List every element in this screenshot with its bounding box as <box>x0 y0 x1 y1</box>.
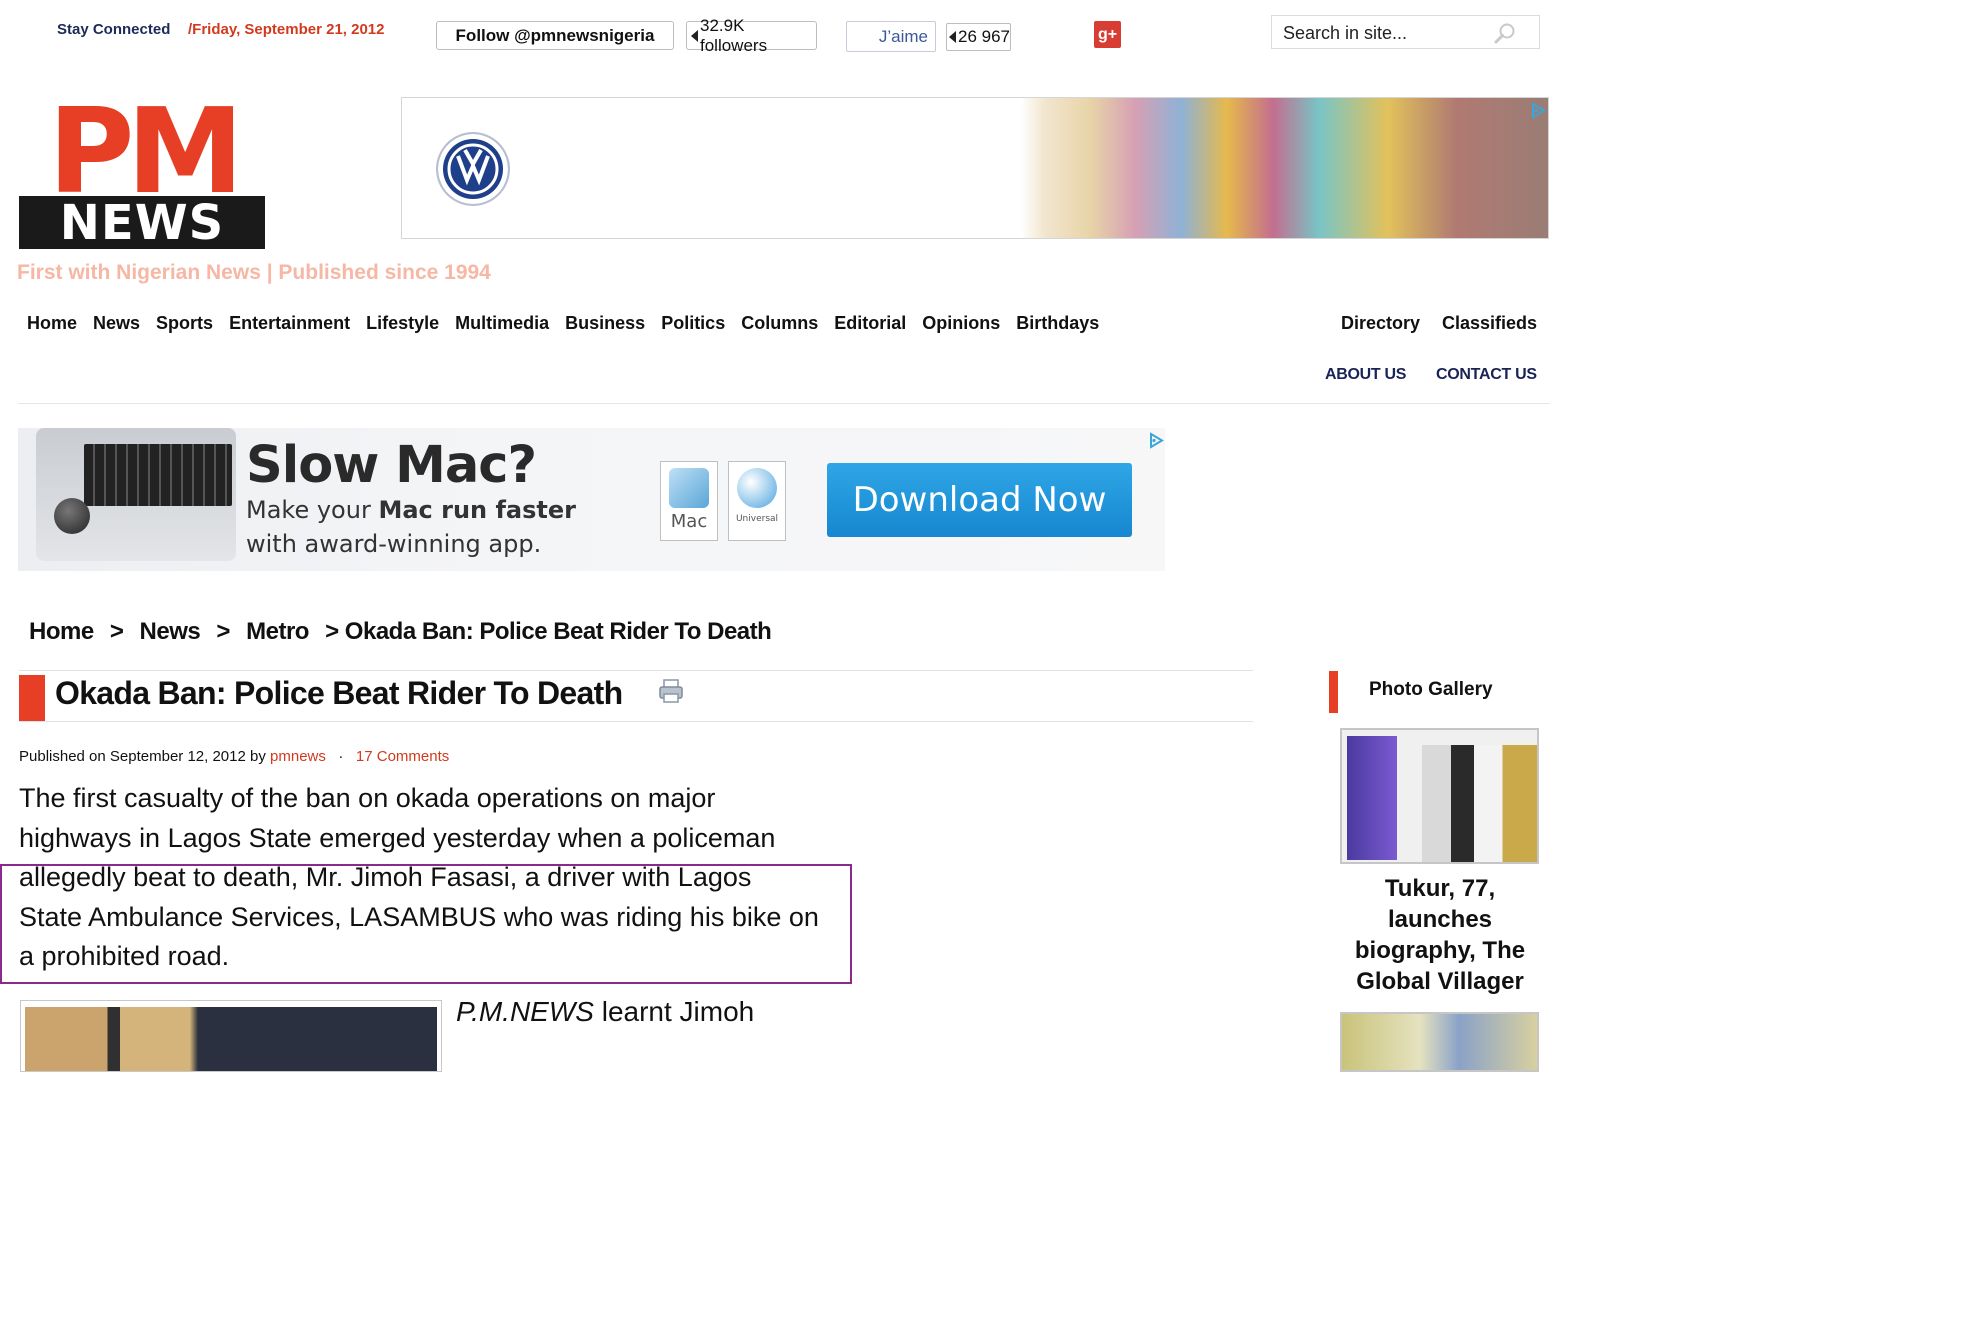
count-caret-icon <box>691 29 698 42</box>
nav-item-classifieds[interactable]: Classifieds <box>1442 313 1537 334</box>
finder-icon <box>669 468 709 508</box>
ad-subtext: Make your Mac run faster with award-winn… <box>246 496 576 558</box>
breadcrumb-home[interactable]: Home <box>29 618 94 645</box>
facebook-count-text: 26 967 <box>958 27 1010 46</box>
photo-gallery-title: Photo Gallery <box>1369 679 1493 700</box>
twitter-followers-text: 32.9K followers <box>700 15 768 55</box>
highlight-box <box>0 864 852 984</box>
nav-item-entertainment[interactable]: Entertainment <box>229 313 350 334</box>
search-input[interactable] <box>1281 17 1485 49</box>
news-logo[interactable]: NEWS <box>19 195 265 251</box>
nav-item-opinions[interactable]: Opinions <box>922 313 1000 334</box>
nav-item-about-us[interactable]: ABOUT US <box>1325 366 1406 384</box>
nav-item-business[interactable]: Business <box>565 313 645 334</box>
article-photo[interactable] <box>20 1000 442 1072</box>
pm-lettering: PM <box>19 82 265 220</box>
nav-item-news[interactable]: News <box>93 313 140 334</box>
ad-headline: Slow Mac? <box>246 436 537 495</box>
nav-item-politics[interactable]: Politics <box>661 313 725 334</box>
breadcrumb-metro[interactable]: Metro <box>246 618 309 645</box>
twitter-follow-label: Follow @pmnewsnigeria <box>455 25 655 45</box>
nav-item-contact-us[interactable]: CONTACT US <box>1436 366 1537 384</box>
site-tagline: First with Nigerian News | Published sin… <box>17 261 491 284</box>
facebook-like-button[interactable]: J’aime <box>846 21 936 52</box>
nav-item-home[interactable]: Home <box>27 313 77 334</box>
adchoices-icon[interactable] <box>1529 102 1546 119</box>
universal-badge: Universal <box>728 461 786 541</box>
body-start-text: learnt Jimoh <box>593 996 755 1027</box>
nav-item-lifestyle[interactable]: Lifestyle <box>366 313 439 334</box>
search-icon[interactable] <box>1493 21 1517 45</box>
vw-logo-icon <box>438 134 508 204</box>
adchoices-icon[interactable] <box>1147 432 1164 449</box>
site-search-box <box>1271 15 1540 49</box>
pm-logo-block: PM <box>19 82 265 220</box>
gallery-thumbnail[interactable] <box>1340 1012 1539 1072</box>
article-meta: Published on September 12, 2012 by pmnew… <box>19 748 449 765</box>
gallery-caption[interactable]: Tukur, 77, launches biography, The Globa… <box>1341 873 1539 997</box>
nav-item-directory[interactable]: Directory <box>1341 313 1420 334</box>
meta-dot: · <box>338 748 344 765</box>
title-accent-bar <box>19 675 45 721</box>
vw-banner-ad[interactable] <box>401 97 1549 239</box>
article-title: Okada Ban: Police Beat Rider To Death <box>55 675 623 711</box>
facebook-like-count: 26 967 <box>946 23 1011 51</box>
gallery-thumbnail[interactable] <box>1340 728 1539 864</box>
google-plus-label: g+ <box>1097 25 1118 43</box>
article-body-start: P.M.NEWS learnt Jimoh <box>456 996 754 1028</box>
main-nav: Home News Sports Entertainment Lifestyle… <box>27 313 1115 334</box>
mac-badge: Mac <box>660 461 718 541</box>
title-divider-top <box>19 670 1253 671</box>
count-caret-icon <box>949 31 956 43</box>
published-text: Published on September 12, 2012 by <box>19 748 271 765</box>
pm-logo[interactable]: PM <box>19 82 265 220</box>
nav-item-columns[interactable]: Columns <box>741 313 818 334</box>
nav-item-birthdays[interactable]: Birthdays <box>1016 313 1099 334</box>
download-now-button[interactable]: Download Now <box>827 463 1132 537</box>
nav-item-multimedia[interactable]: Multimedia <box>455 313 549 334</box>
author-link[interactable]: pmnews <box>270 748 326 765</box>
universal-icon <box>737 468 777 508</box>
title-divider-bottom <box>19 721 1253 722</box>
google-plus-icon[interactable]: g+ <box>1094 21 1121 48</box>
breadcrumb-news[interactable]: News <box>140 618 201 645</box>
pmnews-italic: P.M.NEWS <box>456 996 594 1027</box>
twitter-follow-button[interactable]: Follow @pmnewsnigeria <box>436 21 674 50</box>
comments-link[interactable]: 17 Comments <box>356 748 449 765</box>
nav-item-sports[interactable]: Sports <box>156 313 213 334</box>
slow-mac-ad[interactable]: Slow Mac? Make your Mac run faster with … <box>18 428 1165 571</box>
twitter-followers-count: 32.9K followers <box>686 16 817 55</box>
breadcrumb: Home > News > Metro > Okada Ban: Police … <box>29 618 781 646</box>
laptop-image <box>36 428 236 561</box>
facebook-like-label: J’aime <box>878 26 928 46</box>
gallery-accent-bar <box>1329 671 1338 713</box>
breadcrumb-current: > Okada Ban: Police Beat Rider To Death <box>325 618 772 645</box>
stay-connected-label: Stay Connected <box>57 21 171 38</box>
nav-divider <box>18 403 1550 404</box>
breadcrumb-separator: > <box>216 618 230 645</box>
nav-item-editorial[interactable]: Editorial <box>834 313 906 334</box>
breadcrumb-separator: > <box>109 618 124 645</box>
current-date: /Friday, September 21, 2012 <box>188 21 385 38</box>
print-icon[interactable] <box>657 677 685 705</box>
pm-logo-text: PM <box>48 100 236 196</box>
